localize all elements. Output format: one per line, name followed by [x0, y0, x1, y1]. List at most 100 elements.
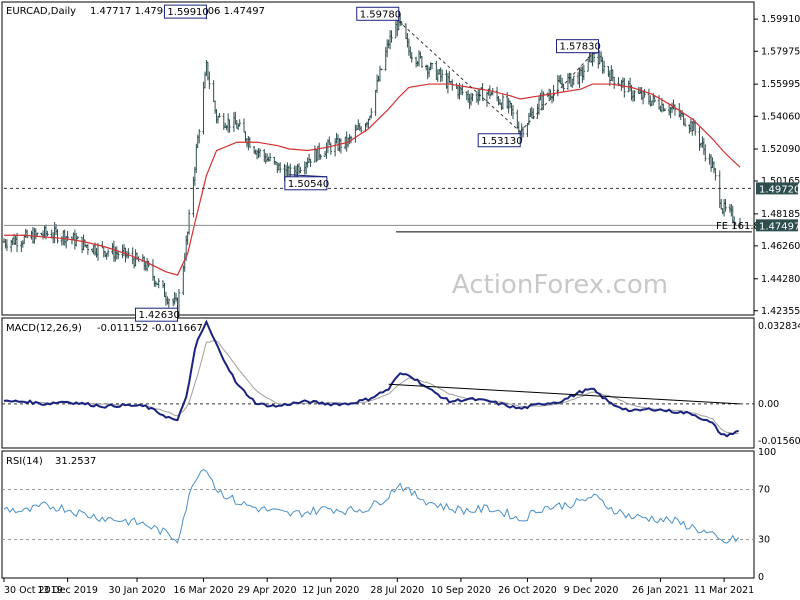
x-tick-label: 28 Jul 2020: [370, 585, 424, 596]
price-bar: [724, 199, 727, 212]
price-bar: [163, 282, 166, 298]
price-bar: [406, 33, 409, 48]
price-bar: [436, 69, 439, 82]
price-bar: [225, 124, 228, 131]
price-bar: [153, 275, 156, 287]
x-tick-label: 11 Mar 2021: [694, 585, 754, 596]
svg-text:1.59780: 1.59780: [360, 9, 401, 20]
macd-axis-zero: 0.00: [758, 399, 779, 410]
price-tick-label: 1.52090: [761, 144, 800, 155]
price-bar: [673, 104, 677, 116]
price-bar: [601, 56, 604, 74]
price-tick-label: 1.44280: [761, 274, 800, 285]
price-bar: [508, 100, 512, 109]
price-bar: [145, 257, 149, 272]
price-bar: [708, 153, 711, 165]
price-bar: [307, 153, 311, 163]
price-bar: [151, 259, 155, 281]
price-bar: [445, 69, 448, 89]
price-bar: [641, 90, 645, 105]
price-bar: [672, 99, 675, 110]
price-bar: [633, 90, 636, 102]
price-bar: [202, 81, 205, 135]
price-bar: [354, 124, 357, 143]
price-bar: [192, 176, 195, 218]
price-bar: [286, 162, 289, 177]
price-bar: [572, 75, 575, 86]
price-bar: [92, 245, 95, 255]
x-tick-label: 26 Oct 2020: [498, 585, 557, 596]
price-bar: [46, 230, 49, 237]
price-bar: [367, 118, 370, 129]
price-bar: [122, 244, 126, 257]
price-bar: [426, 64, 429, 80]
price-bar: [559, 74, 562, 85]
price-bar: [459, 87, 463, 95]
price-bar: [500, 102, 503, 110]
price-bar: [650, 100, 653, 107]
price-bar: [21, 240, 24, 248]
price-bar: [218, 113, 221, 118]
price-bar: [435, 60, 438, 80]
price-label-high-mar: 1.59910: [163, 4, 209, 20]
rsi-panel-frame: [1, 450, 755, 579]
price-bar: [247, 135, 250, 151]
price-bar: [127, 248, 130, 259]
rsi-line: [3, 469, 740, 544]
price-bar: [105, 252, 108, 260]
price-label-low-may: 1.50540: [284, 174, 329, 191]
price-bar: [611, 69, 614, 82]
price-bar: [195, 143, 198, 173]
price-bar: [390, 30, 393, 43]
svg-text:1.57830: 1.57830: [560, 42, 601, 53]
price-bar: [161, 280, 165, 289]
price-bar: [166, 296, 169, 305]
price-bar: [602, 60, 606, 74]
price-bar: [517, 121, 520, 136]
price-bar: [252, 146, 256, 154]
price-bar: [375, 74, 379, 94]
price-bar: [336, 134, 340, 151]
price-bar: [258, 148, 262, 158]
rsi-title: RSI(14): [6, 456, 43, 467]
svg-text:1.50540: 1.50540: [288, 179, 329, 190]
price-bar: [471, 93, 474, 102]
price-bar: [701, 136, 704, 148]
price-bar: [709, 154, 713, 172]
price-bar: [562, 83, 565, 93]
price-bar: [497, 96, 500, 106]
price-bar: [277, 162, 280, 171]
price-bar: [683, 118, 687, 127]
rsi-tick-label: 70: [758, 485, 770, 496]
price-bar: [101, 241, 104, 249]
rsi-value: 31.2537: [55, 456, 96, 467]
price-bar: [157, 278, 160, 289]
price-bar: [607, 66, 610, 77]
x-tick-label: 30 Jan 2020: [109, 585, 166, 596]
svg-text:1.53130: 1.53130: [481, 136, 522, 147]
rsi-tick-label: 30: [758, 535, 770, 546]
price-bar: [628, 77, 632, 92]
svg-text:1.59910: 1.59910: [167, 7, 208, 18]
macd-trend-line: [388, 383, 741, 405]
price-bar: [380, 68, 383, 71]
level-flag: 1.49720: [759, 184, 800, 195]
price-bar: [297, 163, 301, 175]
price-bar: [540, 89, 544, 111]
price-bar: [507, 98, 510, 114]
price-bar: [196, 134, 199, 148]
price-bar: [712, 161, 716, 174]
price-bar: [329, 142, 332, 155]
price-bar: [501, 93, 505, 110]
price-bar: [115, 246, 118, 260]
macd-axis-bottom: -0.015604: [758, 436, 800, 447]
price-bar: [550, 95, 554, 104]
price-bar: [318, 142, 321, 160]
price-bar: [440, 69, 444, 82]
price-bar: [121, 244, 124, 259]
price-bar: [704, 144, 707, 162]
price-bar: [34, 228, 38, 240]
price-bar: [388, 30, 392, 50]
price-bar: [384, 47, 387, 71]
price-bar: [213, 100, 217, 114]
